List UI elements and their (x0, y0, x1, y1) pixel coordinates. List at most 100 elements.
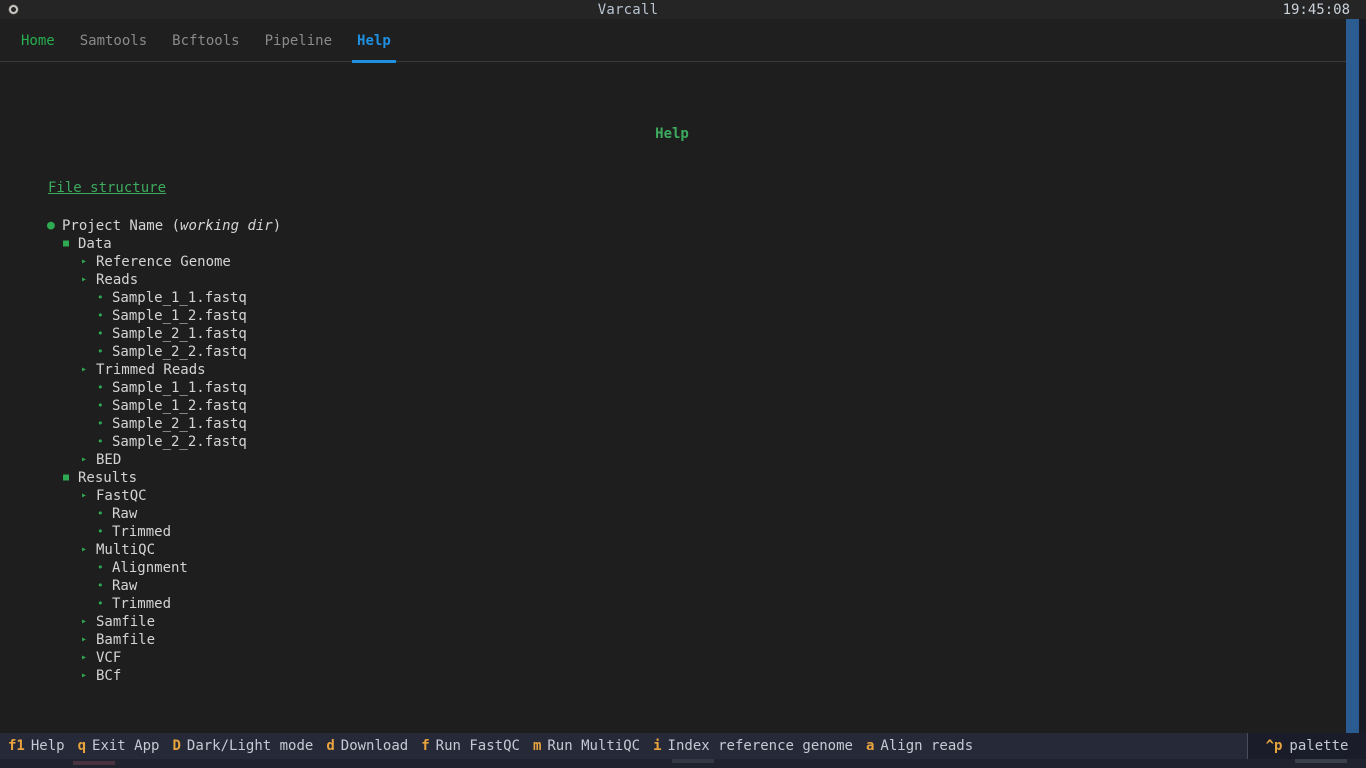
nav-divider (0, 61, 1366, 62)
tree-item-label: BCf (96, 668, 122, 684)
footer-key-exit-app[interactable]: q Exit App (78, 738, 160, 754)
palette-label: palette (1289, 738, 1349, 754)
tree-item: ● Project Name (working dir) (0, 217, 1346, 235)
footer-key-run-fastqc[interactable]: f Run FastQC (421, 738, 520, 754)
tree-bullet-tri-icon: ▸ (81, 274, 88, 285)
tree-item-label: Sample_1_2.fastq (112, 398, 247, 414)
footer-key-binding: m (532, 738, 542, 754)
strip-mark-right (1295, 759, 1347, 763)
footer-key-index-reference-genome[interactable]: i Index reference genome (653, 738, 853, 754)
tree-bullet-dot-icon: • (97, 417, 104, 430)
tree-bullet-dot-icon: • (97, 579, 104, 592)
tree-item: • Sample_2_1.fastq (0, 325, 1346, 343)
tree-bullet-tri-icon: ▸ (81, 256, 88, 267)
tree-item: ▸ Bamfile (0, 631, 1346, 649)
tree-bullet-dot-icon: • (97, 291, 104, 304)
tree-bullet-tri-icon: ▸ (81, 454, 88, 465)
tree-item-label: Samfile (96, 614, 156, 630)
nav-item-help[interactable]: Help (346, 30, 402, 52)
tree-item-label: Trimmed (112, 596, 172, 612)
nav-item-samtools[interactable]: Samtools (69, 30, 158, 52)
footer-key-description: Help (30, 738, 65, 754)
tree-bullet-tri-icon: ▸ (81, 634, 88, 645)
tree-bullet-dot-icon: • (97, 345, 104, 358)
tree-item: ▸ VCF (0, 649, 1346, 667)
app-title: Varcall (597, 1, 659, 18)
tree-bullet-tri-icon: ▸ (81, 670, 88, 681)
tree-item: ▸ BCf (0, 667, 1346, 685)
tree-item: • Raw (0, 577, 1346, 595)
footer-key-description: Align reads (880, 738, 974, 754)
nav-bar: Home Samtools Bcftools Pipeline Help (0, 19, 1366, 64)
tree-item: • Trimmed (0, 523, 1346, 541)
tree-item-label: Reference Genome (96, 254, 231, 270)
tree-item-label: Data (78, 236, 112, 252)
vertical-scrollbar-track[interactable] (1346, 19, 1366, 733)
footer-key-run-multiqc[interactable]: m Run MultiQC (533, 738, 640, 754)
tree-item: • Sample_2_1.fastq (0, 415, 1346, 433)
tree-item-label: Alignment (112, 560, 188, 576)
tree-item-label: Sample_2_1.fastq (112, 416, 247, 432)
footer-key-description: Dark/Light mode (186, 738, 314, 754)
app-ring-icon (8, 5, 18, 14)
title-bar: Varcall 19:45:08 (0, 0, 1366, 19)
tree-item-label: Sample_2_1.fastq (112, 326, 247, 342)
vertical-scrollbar-thumb[interactable] (1346, 19, 1359, 733)
tree-item-label: Trimmed (112, 524, 172, 540)
section-heading-file-structure[interactable]: File structure (48, 180, 166, 196)
clock: 19:45:08 (1282, 1, 1350, 18)
footer-bar: f1 Help q Exit App D Dark/Light mode d Download… (0, 733, 1366, 759)
nav-item-label: Help (357, 33, 391, 49)
footer-key-binding: a (865, 738, 875, 754)
nav-item-home[interactable]: Home (10, 30, 66, 52)
palette-key: ^p (1265, 738, 1283, 754)
footer-key-help[interactable]: f1 Help (8, 738, 65, 754)
footer-key-binding: f1 (8, 738, 25, 754)
tree-bullet-dot-icon: • (97, 381, 104, 394)
strip-mark-center (672, 759, 714, 763)
tree-bullet-dot-icon: • (97, 435, 104, 448)
nav-item-pipeline[interactable]: Pipeline (254, 30, 343, 52)
tree-item-label: Bamfile (96, 632, 156, 648)
bottom-strip (0, 759, 1366, 768)
footer-key-description: Exit App (92, 738, 160, 754)
tree-bullet-dot-icon: • (97, 399, 104, 412)
tree-bullet-tri-icon: ▸ (81, 364, 88, 375)
footer-key-binding: f (421, 738, 430, 754)
tree-bullet-dot-icon: • (97, 525, 104, 538)
nav-active-underline (352, 60, 396, 63)
tree-item: • Sample_1_1.fastq (0, 289, 1346, 307)
tree-item-label: Sample_1_2.fastq (112, 308, 247, 324)
tree-item: ▸ FastQC (0, 487, 1346, 505)
tree-item-label: VCF (96, 650, 122, 666)
tree-item: ■ Data (0, 235, 1346, 253)
nav-item-bcftools[interactable]: Bcftools (161, 30, 250, 52)
tree-bullet-tri-icon: ▸ (81, 652, 88, 663)
tree-item: • Sample_1_1.fastq (0, 379, 1346, 397)
tree-item: ■ Results (0, 469, 1346, 487)
tree-item-label: Sample_1_1.fastq (112, 290, 247, 306)
app-icon (0, 5, 26, 14)
tree-item: ▸ BED (0, 451, 1346, 469)
tree-item: ▸ Samfile (0, 613, 1346, 631)
tree-bullet-dot-icon: • (97, 561, 104, 574)
tree-item-label: Results (78, 470, 138, 486)
footer-key-download[interactable]: d Download (326, 738, 408, 754)
command-palette-button[interactable]: ^p palette (1248, 733, 1366, 759)
tree-bullet-disc-icon: ● (47, 218, 55, 233)
tree-item: ▸ Reads (0, 271, 1346, 289)
tree-bullet-tri-icon: ▸ (81, 490, 88, 501)
tree-item-label: Sample_2_2.fastq (112, 344, 247, 360)
tree-item-label: Raw (112, 578, 138, 594)
footer-key-binding: D (172, 738, 181, 754)
tree-item-label: Raw (112, 506, 138, 522)
tree-item: • Sample_2_2.fastq (0, 433, 1346, 451)
footer-key-description: Run MultiQC (547, 738, 641, 754)
tree-item: • Sample_1_2.fastq (0, 397, 1346, 415)
tree-bullet-tri-icon: ▸ (81, 544, 88, 555)
footer-key-description: Download (340, 738, 409, 754)
tree-bullet-square-icon: ■ (63, 238, 70, 249)
tree-item: • Trimmed (0, 595, 1346, 613)
footer-key-align-reads[interactable]: a Align reads (866, 738, 973, 754)
footer-key-dark-light-mode[interactable]: D Dark/Light mode (172, 738, 313, 754)
